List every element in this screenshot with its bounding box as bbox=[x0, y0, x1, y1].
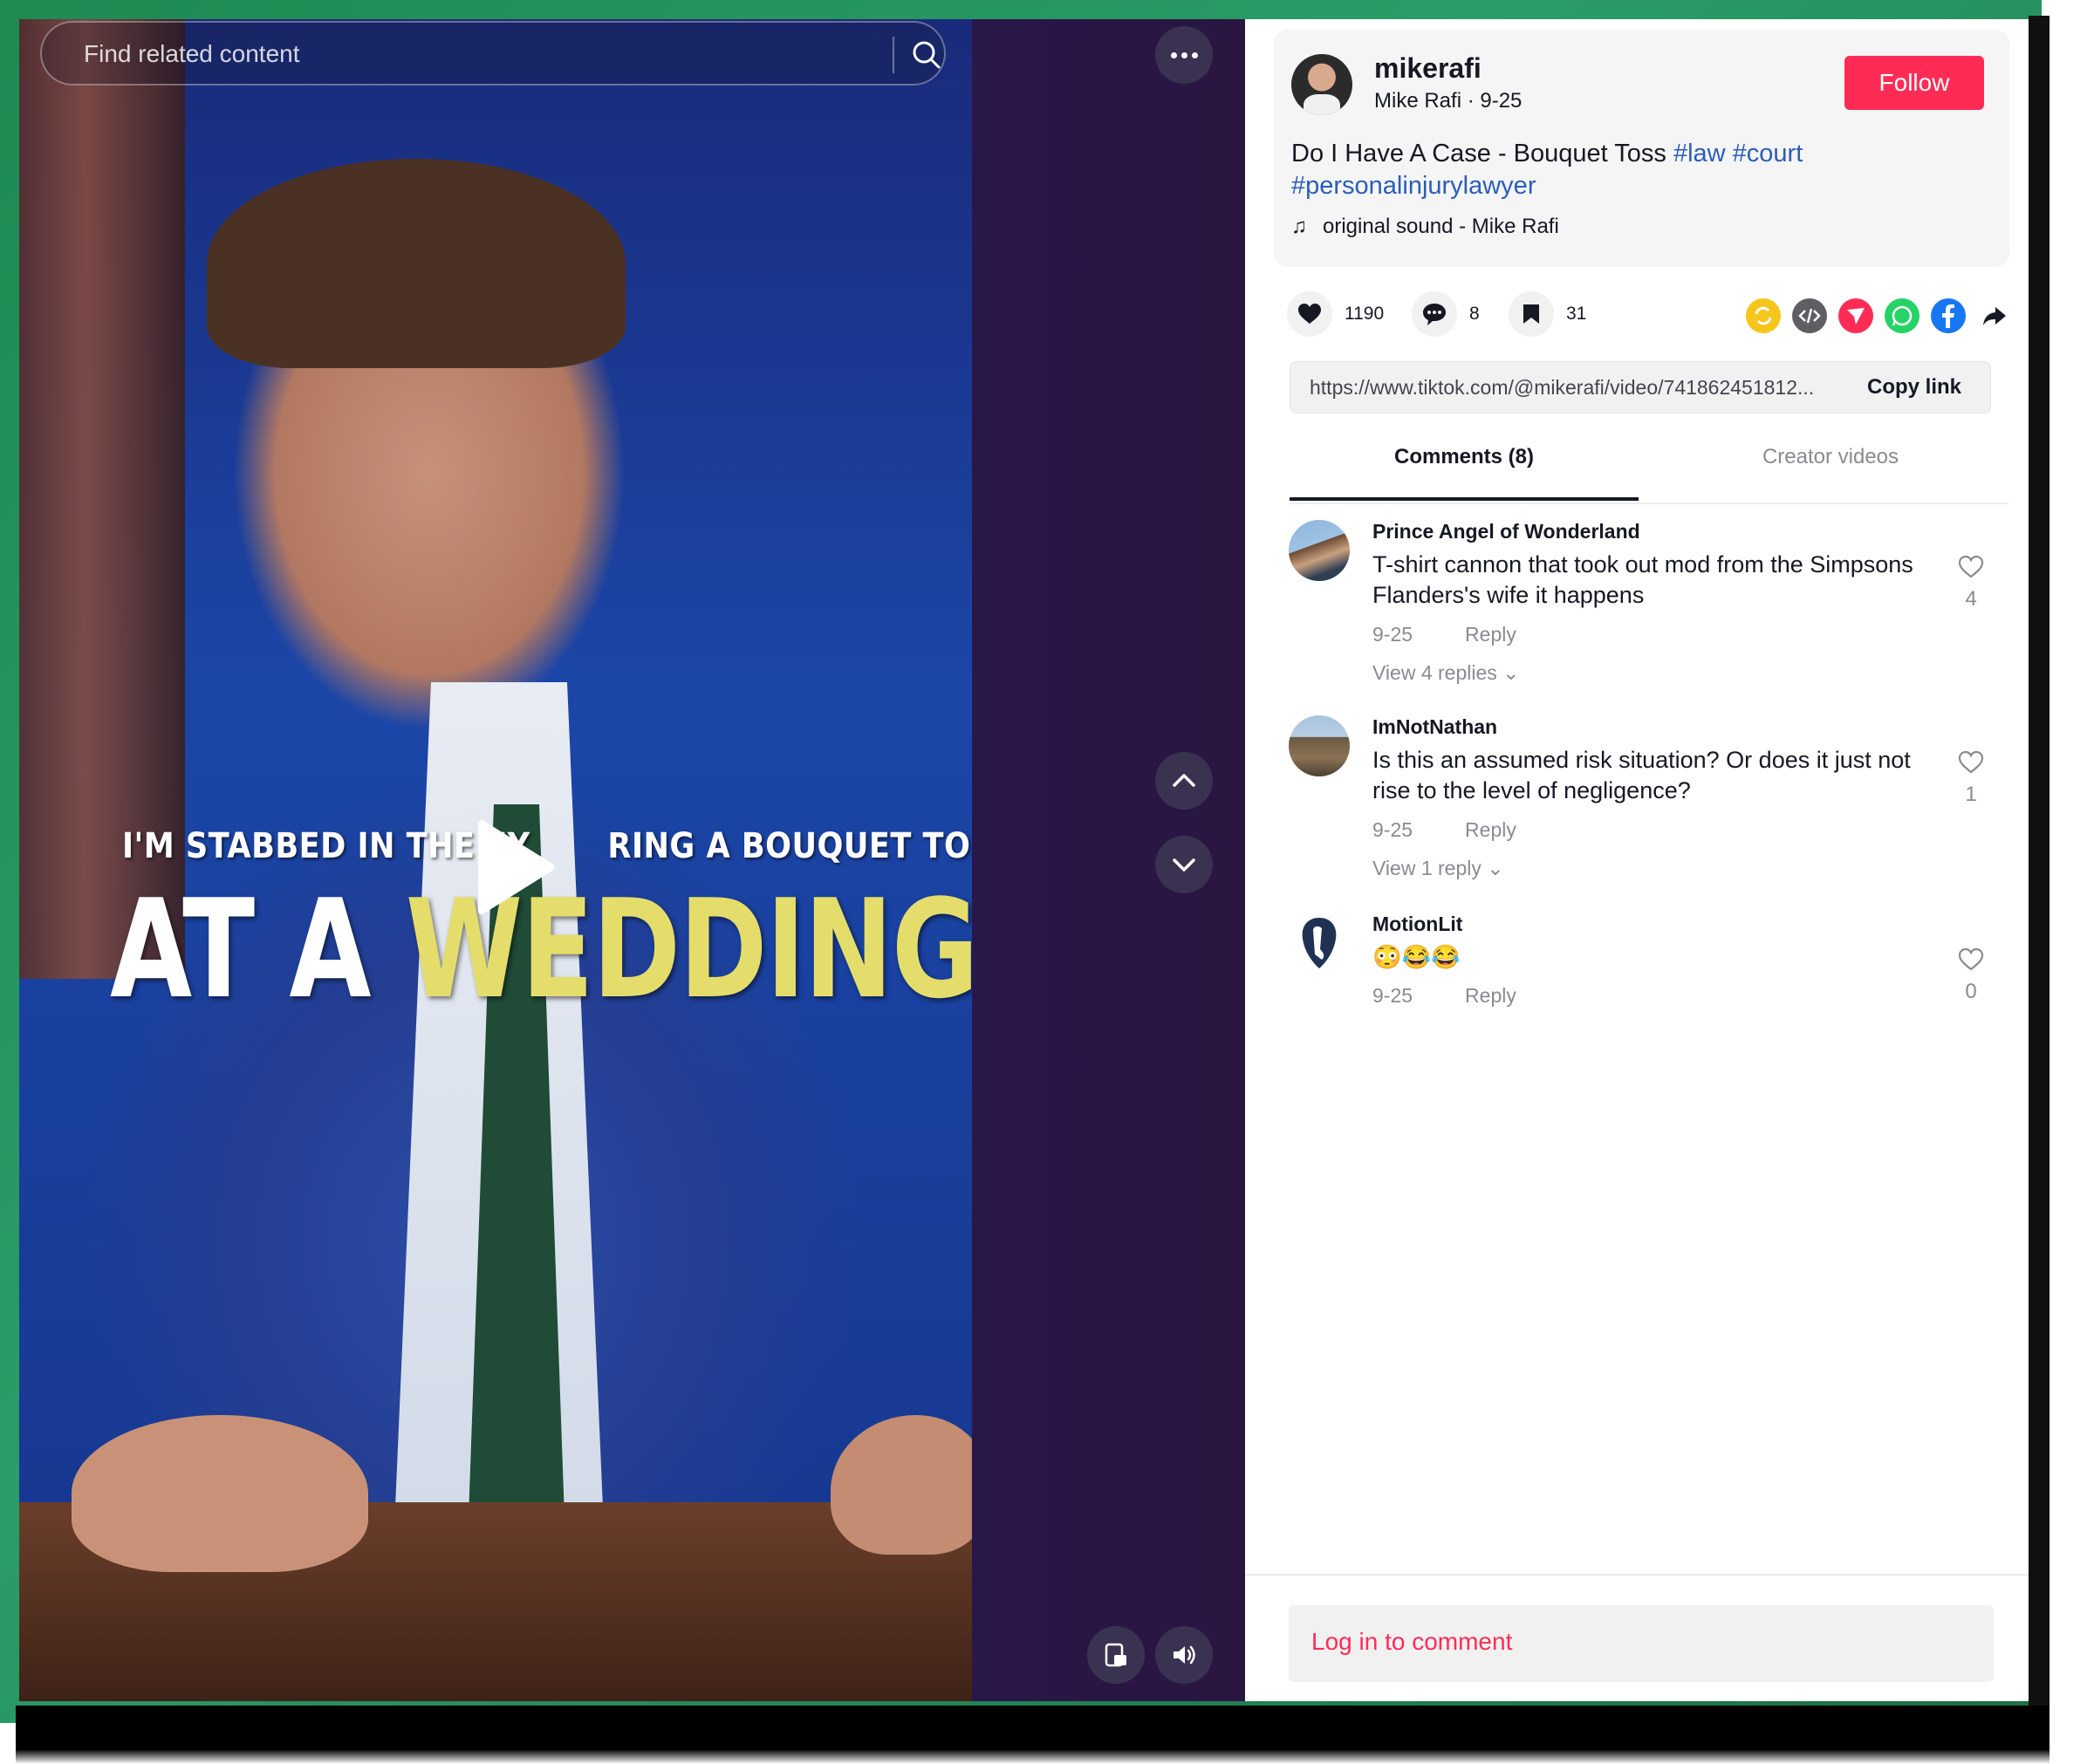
action-bar: 1190 8 31 bbox=[1287, 290, 2006, 342]
comment-like-count: 0 bbox=[1965, 980, 1977, 1003]
video-person-hand-right bbox=[831, 1415, 972, 1555]
save-button[interactable]: 31 bbox=[1509, 290, 1586, 338]
view-replies-button[interactable]: View 1 reply ⌄ bbox=[1372, 857, 1504, 880]
active-tab-indicator bbox=[1290, 497, 1639, 501]
copy-link-button[interactable]: Copy link bbox=[1862, 371, 1967, 404]
comment-meta: 9-25 Reply bbox=[1372, 818, 1516, 842]
view-replies-label: View 4 replies bbox=[1372, 661, 1497, 684]
heart-outline-icon bbox=[1958, 947, 1984, 971]
heart-outline-icon bbox=[1958, 750, 1984, 774]
comment-like-button[interactable]: 4 bbox=[1952, 555, 1990, 612]
author-avatar[interactable] bbox=[1291, 54, 1352, 115]
sound-link[interactable]: ♫ original sound - Mike Rafi bbox=[1291, 215, 1559, 239]
bookmark-icon bbox=[1523, 304, 1539, 324]
comment-like-button[interactable]: 1 bbox=[1952, 750, 1990, 807]
save-count: 31 bbox=[1566, 304, 1587, 324]
like-button[interactable]: 1190 bbox=[1287, 290, 1384, 338]
comment-like-button[interactable]: 0 bbox=[1952, 947, 1990, 1004]
reply-button[interactable]: Reply bbox=[1465, 818, 1516, 841]
floating-player-icon bbox=[1105, 1643, 1126, 1667]
video-area: I'M STABBED IN THE EY RING A BOUQUET TOS… bbox=[19, 19, 1245, 1701]
repost-icon[interactable] bbox=[1746, 298, 1781, 333]
chevron-down-icon: ⌄ bbox=[1487, 857, 1504, 879]
share-arrow-icon[interactable] bbox=[1978, 298, 2013, 333]
login-to-comment-label: Log in to comment bbox=[1311, 1628, 1513, 1655]
comment-date: 9-25 bbox=[1372, 818, 1413, 841]
previous-video-button[interactable] bbox=[1155, 752, 1213, 810]
play-icon[interactable] bbox=[464, 815, 560, 920]
login-to-comment-button[interactable]: Log in to comment bbox=[1289, 1605, 1994, 1682]
video-person-hair bbox=[207, 159, 626, 368]
tab-bar: Comments (8) Creator videos bbox=[1290, 438, 2008, 504]
hashtag-link[interactable]: #personalinjurylawyer bbox=[1291, 172, 1536, 200]
author-subname: Mike Rafi · 9-25 bbox=[1374, 89, 1523, 113]
tab-comments[interactable]: Comments (8) bbox=[1290, 445, 1639, 469]
motionlit-logo-icon bbox=[1302, 918, 1337, 968]
post-info-card: mikerafi Mike Rafi · 9-25 Follow Do I Ha… bbox=[1274, 30, 2009, 267]
post-description: Do I Have A Case - Bouquet Toss #law #co… bbox=[1291, 138, 1972, 202]
share-link-url[interactable]: https://www.tiktok.com/@mikerafi/video/7… bbox=[1310, 376, 1833, 400]
hashtag-link[interactable]: #law bbox=[1673, 140, 1726, 168]
commenter-avatar[interactable] bbox=[1289, 913, 1350, 974]
comment-date: 9-25 bbox=[1372, 623, 1413, 646]
facebook-icon[interactable] bbox=[1931, 298, 1966, 333]
frame-shadow-bottom bbox=[16, 1706, 2050, 1764]
comment-icon bbox=[1423, 304, 1446, 325]
send-icon[interactable] bbox=[1838, 298, 1873, 333]
next-video-button[interactable] bbox=[1155, 836, 1213, 893]
post-description-text: Do I Have A Case - Bouquet Toss bbox=[1291, 140, 1673, 168]
comment-item: ImNotNathan Is this an assumed risk situ… bbox=[1289, 715, 1987, 899]
floating-player-button[interactable] bbox=[1087, 1626, 1145, 1684]
more-options-icon[interactable] bbox=[1155, 26, 1213, 84]
share-link-bar: https://www.tiktok.com/@mikerafi/video/7… bbox=[1290, 361, 1991, 414]
music-note-icon: ♫ bbox=[1291, 215, 1307, 238]
comment-item: MotionLit 😳😂😂 9-25 Reply 0 bbox=[1289, 913, 1987, 1026]
whatsapp-icon[interactable] bbox=[1885, 298, 1920, 333]
commenter-name[interactable]: MotionLit bbox=[1372, 913, 1462, 936]
like-count: 1190 bbox=[1345, 304, 1385, 324]
heart-icon bbox=[1298, 304, 1321, 324]
hashtag-link[interactable]: #court bbox=[1733, 140, 1803, 168]
heart-outline-icon bbox=[1958, 555, 1984, 578]
video-player[interactable]: I'M STABBED IN THE EY RING A BOUQUET TOS… bbox=[19, 19, 972, 1701]
reply-button[interactable]: Reply bbox=[1465, 623, 1516, 646]
embed-icon[interactable] bbox=[1792, 298, 1827, 333]
comment-count: 8 bbox=[1469, 304, 1480, 324]
comment-date: 9-25 bbox=[1372, 984, 1413, 1007]
tab-creator-videos[interactable]: Creator videos bbox=[1656, 445, 2005, 469]
commenter-avatar[interactable] bbox=[1289, 715, 1350, 776]
commenter-name[interactable]: Prince Angel of Wonderland bbox=[1372, 520, 1640, 544]
search-bar[interactable]: Find related content bbox=[40, 21, 946, 85]
comment-text: 😳😂😂 bbox=[1372, 944, 1461, 970]
comment-box-divider bbox=[1245, 1574, 2029, 1576]
video-person-hand-left bbox=[72, 1415, 368, 1572]
view-replies-label: View 1 reply bbox=[1372, 857, 1482, 879]
volume-button[interactable] bbox=[1155, 1626, 1213, 1684]
search-divider bbox=[893, 37, 894, 73]
chevron-up-icon bbox=[1173, 774, 1195, 787]
chevron-down-icon bbox=[1173, 858, 1195, 872]
comment-like-count: 1 bbox=[1965, 783, 1977, 806]
comment-meta: 9-25 Reply bbox=[1372, 984, 1516, 1008]
comment-meta: 9-25 Reply bbox=[1372, 623, 1516, 646]
frame-shadow-right bbox=[2029, 16, 2050, 1739]
search-icon[interactable] bbox=[910, 38, 943, 72]
author-username[interactable]: mikerafi bbox=[1374, 52, 1482, 85]
sound-label: original sound - Mike Rafi bbox=[1323, 215, 1559, 238]
details-panel: mikerafi Mike Rafi · 9-25 Follow Do I Ha… bbox=[1245, 19, 2029, 1701]
comment-like-count: 4 bbox=[1965, 587, 1977, 611]
reply-button[interactable]: Reply bbox=[1465, 984, 1516, 1007]
commenter-name[interactable]: ImNotNathan bbox=[1372, 715, 1497, 739]
view-replies-button[interactable]: View 4 replies ⌄ bbox=[1372, 661, 1519, 685]
comment-item: Prince Angel of Wonderland T-shirt canno… bbox=[1289, 520, 1987, 703]
search-input[interactable]: Find related content bbox=[84, 40, 300, 68]
follow-button[interactable]: Follow bbox=[1844, 56, 1984, 110]
comment-text: T-shirt cannon that took out mod from th… bbox=[1372, 551, 1913, 608]
volume-icon bbox=[1174, 1645, 1195, 1665]
comment-text: Is this an assumed risk situation? Or do… bbox=[1372, 747, 1911, 803]
comment-button[interactable]: 8 bbox=[1412, 290, 1480, 338]
commenter-avatar[interactable] bbox=[1289, 520, 1350, 581]
chevron-down-icon: ⌄ bbox=[1502, 661, 1520, 684]
